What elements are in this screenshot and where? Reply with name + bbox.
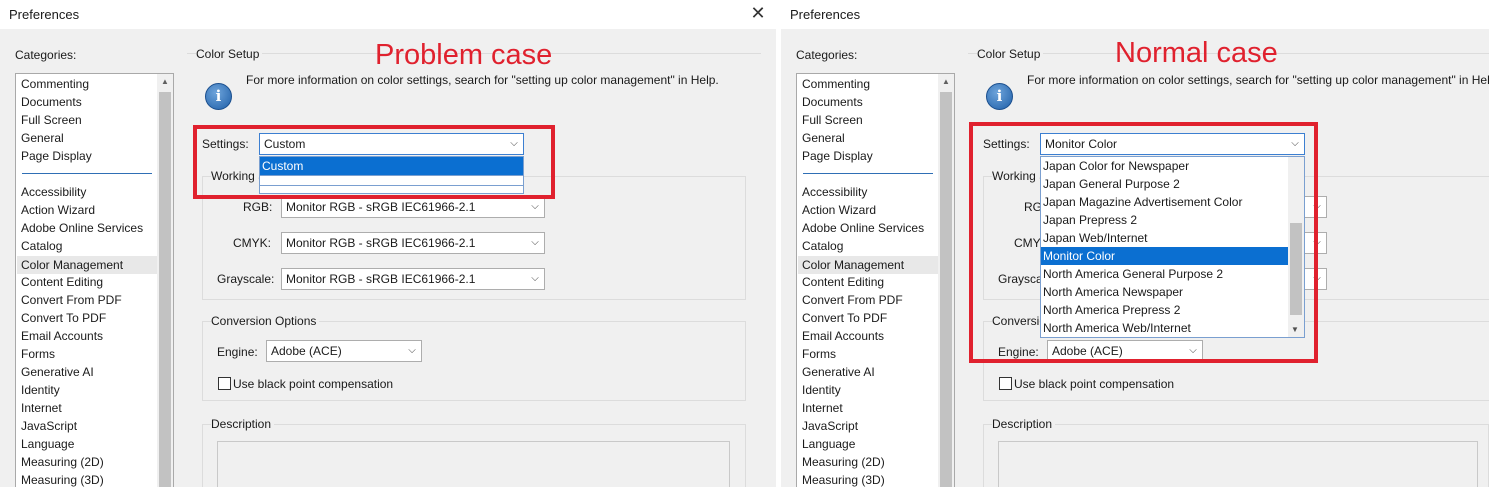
info-text: For more information on color settings, … (1027, 73, 1489, 87)
scrollbar-thumb[interactable] (940, 92, 952, 487)
category-separator (22, 173, 152, 174)
title-bar: Preferences ✕ (0, 0, 776, 29)
category-color-management[interactable]: Color Management (798, 256, 938, 274)
info-text: For more information on color settings, … (246, 73, 719, 87)
category-documents[interactable]: Documents (21, 95, 82, 109)
category-commenting[interactable]: Commenting (21, 77, 89, 91)
category-full-screen[interactable]: Full Screen (802, 113, 863, 127)
category-general[interactable]: General (802, 131, 845, 145)
category-identity[interactable]: Identity (802, 383, 841, 397)
category-convert-to-pdf[interactable]: Convert To PDF (21, 311, 106, 325)
chevron-down-icon[interactable]: ⌵ (526, 233, 544, 253)
scroll-up-arrow-icon[interactable]: ▲ (942, 77, 950, 86)
black-point-checkbox[interactable] (218, 377, 231, 390)
category-email-accounts[interactable]: Email Accounts (802, 329, 884, 343)
title-bar: Preferences (781, 0, 1489, 29)
cmyk-profile-value: Monitor RGB - sRGB IEC61966-2.1 (286, 236, 476, 250)
category-internet[interactable]: Internet (21, 401, 62, 415)
category-page-display[interactable]: Page Display (21, 149, 92, 163)
category-accessibility[interactable]: Accessibility (802, 185, 867, 199)
black-point-label: Use black point compensation (233, 377, 394, 391)
category-measuring-3d[interactable]: Measuring (3D) (802, 473, 885, 487)
category-forms[interactable]: Forms (21, 347, 55, 361)
categories-list[interactable]: Commenting Documents Full Screen General… (796, 73, 955, 487)
engine-value: Adobe (ACE) (271, 344, 342, 358)
annotation-highlight-box (193, 125, 555, 199)
conversion-options-label: Conversion Options (211, 314, 320, 328)
category-generative-ai[interactable]: Generative AI (802, 365, 875, 379)
window-title: Preferences (9, 7, 80, 22)
rgb-profile-select[interactable]: Monitor RGB - sRGB IEC61966-2.1 ⌵ (281, 196, 545, 218)
category-internet[interactable]: Internet (802, 401, 843, 415)
info-icon: i (986, 83, 1013, 110)
category-adobe-online-services[interactable]: Adobe Online Services (21, 221, 143, 235)
category-measuring-3d[interactable]: Measuring (3D) (21, 473, 104, 487)
engine-select[interactable]: Adobe (ACE) ⌵ (266, 340, 422, 362)
category-commenting[interactable]: Commenting (802, 77, 870, 91)
category-color-management[interactable]: Color Management (17, 256, 157, 274)
categories-scrollbar[interactable]: ▲ (938, 74, 954, 487)
rgb-profile-value: Monitor RGB - sRGB IEC61966-2.1 (286, 200, 476, 214)
categories-scrollbar[interactable]: ▲ (157, 74, 173, 487)
black-point-label: Use black point compensation (1014, 377, 1175, 391)
scrollbar-thumb[interactable] (159, 92, 171, 487)
category-convert-from-pdf[interactable]: Convert From PDF (21, 293, 122, 307)
category-adobe-online-services[interactable]: Adobe Online Services (802, 221, 924, 235)
grayscale-profile-select[interactable]: Monitor RGB - sRGB IEC61966-2.1 ⌵ (281, 268, 545, 290)
window-title: Preferences (790, 7, 861, 22)
chevron-down-icon[interactable]: ⌵ (403, 341, 421, 361)
scroll-up-arrow-icon[interactable]: ▲ (161, 77, 169, 86)
description-label: Description (992, 417, 1056, 431)
category-email-accounts[interactable]: Email Accounts (21, 329, 103, 343)
category-full-screen[interactable]: Full Screen (21, 113, 82, 127)
category-accessibility[interactable]: Accessibility (21, 185, 86, 199)
annotation-normal-case: Normal case (1115, 37, 1278, 69)
cmyk-label: CMYK: (233, 236, 272, 250)
categories-label: Categories: (796, 48, 858, 62)
category-convert-to-pdf[interactable]: Convert To PDF (802, 311, 887, 325)
category-general[interactable]: General (21, 131, 64, 145)
category-action-wizard[interactable]: Action Wizard (802, 203, 876, 217)
chevron-down-icon[interactable]: ⌵ (526, 197, 544, 217)
preferences-window-problem: Preferences ✕ Categories: Commenting Doc… (0, 0, 776, 487)
category-javascript[interactable]: JavaScript (802, 419, 858, 433)
category-measuring-2d[interactable]: Measuring (2D) (802, 455, 885, 469)
cmyk-profile-select[interactable]: Monitor RGB - sRGB IEC61966-2.1 ⌵ (281, 232, 545, 254)
category-content-editing[interactable]: Content Editing (802, 275, 884, 289)
chevron-down-icon[interactable]: ⌵ (526, 269, 544, 289)
category-documents[interactable]: Documents (802, 95, 863, 109)
grayscale-label: Grayscale: (217, 272, 275, 286)
category-generative-ai[interactable]: Generative AI (21, 365, 94, 379)
category-forms[interactable]: Forms (802, 347, 836, 361)
grayscale-profile-value: Monitor RGB - sRGB IEC61966-2.1 (286, 272, 476, 286)
category-convert-from-pdf[interactable]: Convert From PDF (802, 293, 903, 307)
categories-list[interactable]: Commenting Documents Full Screen General… (15, 73, 174, 487)
category-language[interactable]: Language (21, 437, 74, 451)
description-label: Description (211, 417, 275, 431)
category-catalog[interactable]: Catalog (802, 239, 843, 253)
color-setup-label: Color Setup (196, 47, 263, 61)
description-box (217, 441, 730, 487)
preferences-window-normal: Preferences Categories: Commenting Docum… (781, 0, 1489, 487)
info-icon: i (205, 83, 232, 110)
category-content-editing[interactable]: Content Editing (21, 275, 103, 289)
color-setup-label: Color Setup (977, 47, 1044, 61)
close-icon[interactable]: ✕ (748, 3, 768, 23)
black-point-checkbox[interactable] (999, 377, 1012, 390)
category-identity[interactable]: Identity (21, 383, 60, 397)
category-page-display[interactable]: Page Display (802, 149, 873, 163)
category-measuring-2d[interactable]: Measuring (2D) (21, 455, 104, 469)
annotation-problem-case: Problem case (375, 39, 553, 71)
engine-label: Engine: (217, 345, 258, 359)
category-action-wizard[interactable]: Action Wizard (21, 203, 95, 217)
rgb-label: RGB: (243, 200, 273, 214)
category-separator (803, 173, 933, 174)
categories-label: Categories: (15, 48, 77, 62)
description-box (998, 441, 1478, 487)
category-catalog[interactable]: Catalog (21, 239, 62, 253)
category-javascript[interactable]: JavaScript (21, 419, 77, 433)
annotation-highlight-box (969, 122, 1318, 363)
category-language[interactable]: Language (802, 437, 855, 451)
